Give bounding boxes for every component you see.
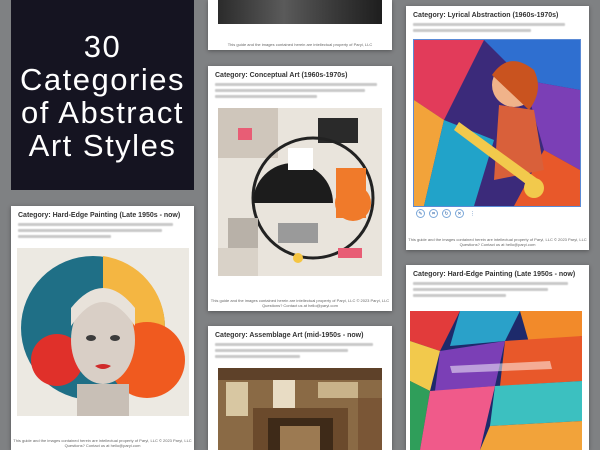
footer-contact: Questions? Contact us at hello@paryi.com	[459, 242, 536, 247]
blurred-description	[413, 23, 582, 32]
crop-icon[interactable]: ⌗	[429, 209, 438, 218]
hero-line-1: 30	[83, 29, 122, 64]
page-hard-edge-left: Category: Hard-Edge Painting (Late 1950s…	[11, 206, 194, 450]
edit-icon[interactable]: ✎	[416, 209, 425, 218]
artwork-conceptual	[218, 108, 382, 276]
hero-line-3: of Abstract	[21, 95, 184, 130]
footer-text: This guide and the images contained here…	[227, 42, 373, 47]
category-heading: Category: Hard-Edge Painting (Late 1950s…	[413, 271, 576, 278]
page-assemblage-art: Category: Assemblage Art (mid-1950s - no…	[208, 326, 392, 450]
title-block: 30 Categories of Abstract Art Styles	[11, 0, 194, 190]
page-hard-edge-right: Category: Hard-Edge Painting (Late 1950s…	[406, 265, 589, 450]
page-conceptual-art: Category: Conceptual Art (1960s-1970s) T…	[208, 66, 392, 311]
page-lyrical-abstraction: Category: Lyrical Abstraction (1960s-197…	[406, 6, 589, 250]
more-icon[interactable]: ⋮	[468, 209, 477, 218]
artwork-hard-edge-blocks	[410, 311, 582, 450]
blurred-description	[18, 223, 187, 238]
page-top-partial: This guide and the images contained here…	[208, 0, 392, 50]
delete-icon[interactable]: ✕	[455, 209, 464, 218]
footer-contact: Questions? Contact us at hello@paryi.com	[64, 443, 141, 448]
category-heading: Category: Conceptual Art (1960s-1970s)	[215, 72, 348, 79]
hero-line-4: Art Styles	[28, 128, 177, 163]
footer-contact: Questions? Contact us at hello@paryi.com	[262, 303, 338, 308]
artwork-top	[218, 0, 382, 24]
rotate-icon[interactable]: ↻	[442, 209, 451, 218]
hero-title: 30 Categories of Abstract Art Styles	[11, 30, 194, 162]
category-heading: Category: Assemblage Art (mid-1950s - no…	[215, 332, 364, 339]
artwork-assemblage	[218, 368, 382, 450]
artwork-hard-edge-portrait	[17, 248, 189, 416]
category-heading: Category: Hard-Edge Painting (Late 1950s…	[18, 212, 181, 219]
hero-line-2: Categories	[20, 62, 185, 97]
artwork-lyrical	[413, 39, 581, 207]
blurred-description	[215, 83, 385, 98]
blurred-description	[215, 343, 385, 358]
category-heading: Category: Lyrical Abstraction (1960s-197…	[413, 12, 559, 19]
blurred-description	[413, 282, 582, 297]
image-toolbar: ✎ ⌗ ↻ ✕ ⋮	[416, 209, 477, 218]
